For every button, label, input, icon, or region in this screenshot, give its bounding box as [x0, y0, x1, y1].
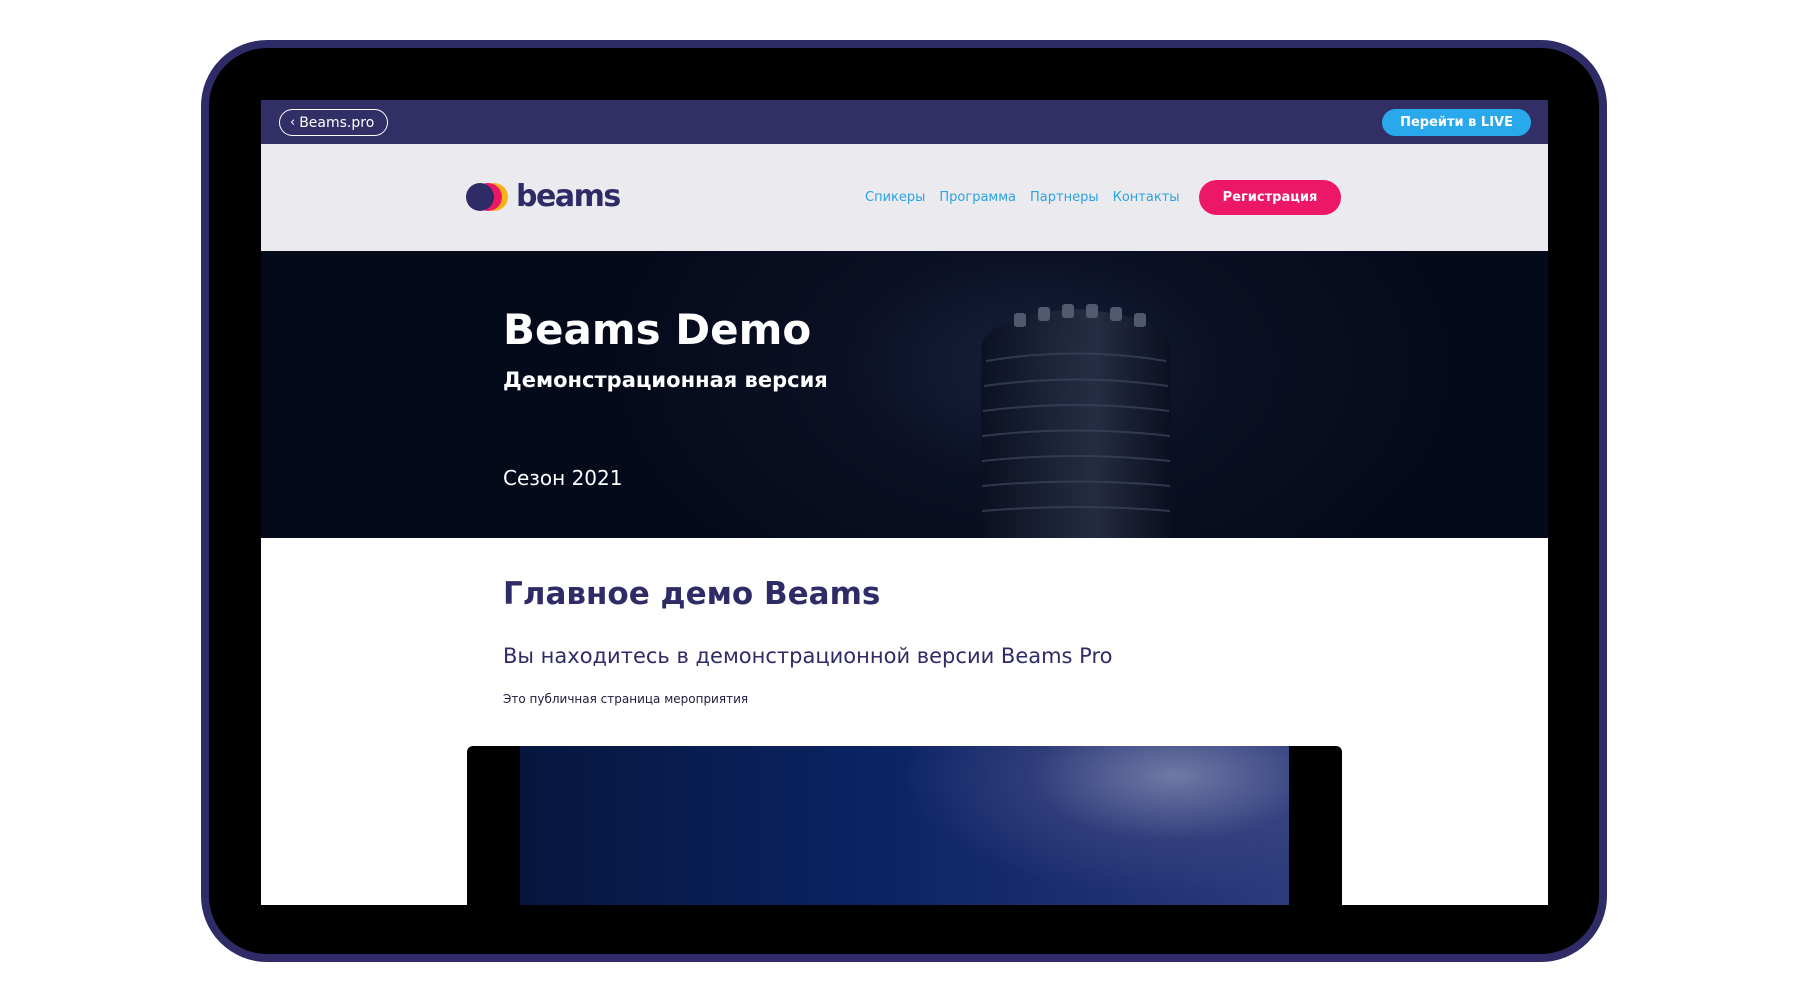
go-live-button[interactable]: Перейти в LIVE	[1382, 109, 1531, 136]
content-lead: Вы находитесь в демонстрационной версии …	[503, 644, 1113, 668]
hero-season: Сезон 2021	[503, 466, 623, 490]
chevron-left-icon: ‹	[290, 114, 296, 130]
register-button[interactable]: Регистрация	[1199, 180, 1341, 215]
beams-logo-icon	[466, 183, 508, 211]
browser-screen: ‹ Beams.pro Перейти в LIVE beams Спикеры…	[261, 100, 1548, 905]
main-nav: Спикеры Программа Партнеры Контакты	[865, 190, 1180, 205]
back-to-beams-button[interactable]: ‹ Beams.pro	[279, 109, 389, 136]
video-frame	[520, 746, 1289, 905]
top-bar: ‹ Beams.pro Перейти в LIVE	[261, 100, 1548, 144]
logo-text: beams	[516, 179, 621, 214]
beams-logo[interactable]: beams	[466, 179, 621, 214]
nav-speakers[interactable]: Спикеры	[865, 190, 925, 205]
hero-subtitle: Демонстрационная версия	[503, 368, 828, 392]
content-note: Это публичная страница мероприятия	[503, 692, 749, 706]
content-title: Главное демо Beams	[503, 576, 881, 612]
video-player[interactable]	[467, 746, 1342, 905]
hero-title: Beams Demo	[503, 305, 812, 354]
back-button-label: Beams.pro	[299, 114, 375, 131]
nav-partners[interactable]: Партнеры	[1030, 190, 1099, 205]
microphone-image	[981, 304, 1171, 538]
nav-contacts[interactable]: Контакты	[1113, 190, 1180, 205]
site-header: beams Спикеры Программа Партнеры Контакт…	[261, 144, 1548, 251]
nav-program[interactable]: Программа	[939, 190, 1016, 205]
hero-banner: Beams Demo Демонстрационная версия Сезон…	[261, 251, 1548, 538]
